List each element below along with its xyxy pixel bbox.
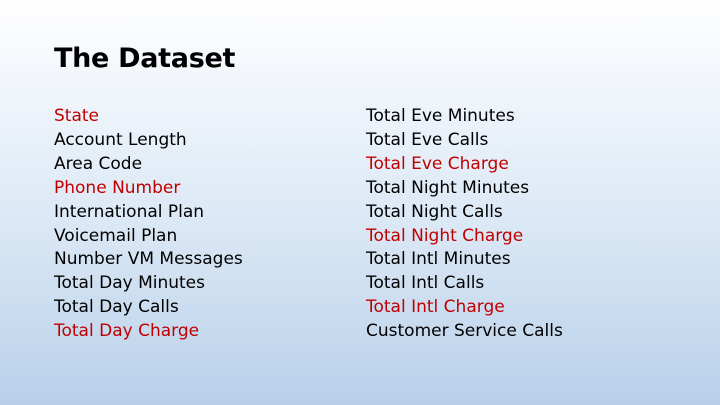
field-item: Total Intl Charge	[366, 297, 505, 318]
field-item: Voicemail Plan	[54, 225, 178, 246]
field-item: State	[54, 106, 99, 126]
field-item: Total Day Charge	[54, 321, 200, 342]
field-item: Total Eve Minutes	[366, 106, 515, 126]
field-item: Area Code	[54, 153, 143, 174]
field-item: Total Eve Calls	[366, 129, 489, 150]
field-list-right: Total Eve Minutes Total Eve Calls Total …	[366, 105, 563, 344]
field-item: Total Night Charge	[366, 225, 524, 246]
field-item: Total Night Minutes	[366, 177, 530, 198]
field-item: Phone Number	[54, 177, 181, 198]
field-item: Total Eve Charge	[366, 153, 509, 174]
field-item: Number VM Messages	[54, 249, 243, 270]
field-item: Total Intl Calls	[366, 273, 485, 294]
field-item: Total Intl Minutes	[366, 249, 511, 270]
slide-title: The Dataset	[54, 43, 236, 74]
field-item: International Plan	[54, 201, 205, 222]
slide: The Dataset State Account Length Area Co…	[0, 0, 720, 405]
field-item: Account Length	[54, 129, 187, 150]
field-list-left: State Account Length Area Code Phone Num…	[54, 105, 243, 344]
field-item: Customer Service Calls	[366, 321, 563, 342]
field-item: Total Day Calls	[54, 297, 179, 318]
field-item: Total Day Minutes	[54, 273, 205, 294]
field-item: Total Night Calls	[366, 201, 503, 222]
